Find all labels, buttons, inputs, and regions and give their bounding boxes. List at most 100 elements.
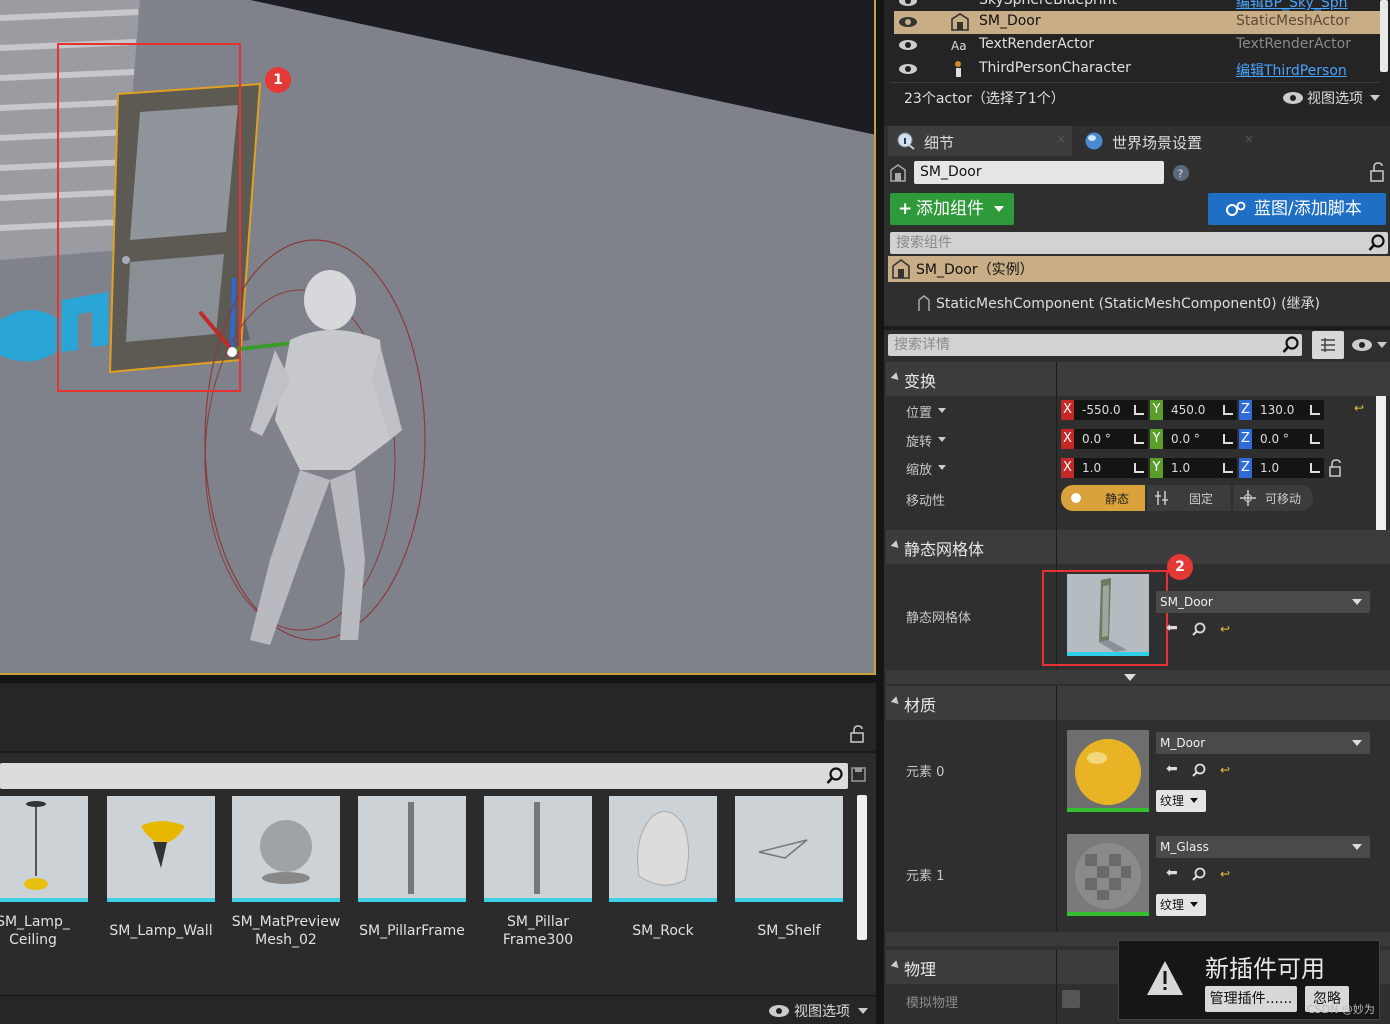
material-0-dropdown[interactable]: M_Door [1156, 732, 1370, 754]
search-icon[interactable] [826, 767, 844, 785]
search-components-input[interactable]: 搜索组件 [890, 232, 1388, 254]
component-row-instance[interactable]: SM_Door（实例） [888, 256, 1390, 282]
chevron-down-icon [1370, 95, 1380, 101]
asset-tile-shelf[interactable] [735, 796, 843, 902]
gears-icon [1226, 201, 1246, 216]
help-icon[interactable]: ? [1172, 164, 1190, 182]
search-icon[interactable] [1282, 336, 1300, 354]
tab-details[interactable]: 细节 × [888, 126, 1072, 156]
visibility-eye-icon[interactable] [898, 38, 918, 52]
world-outliner: SkySphereBlueprint 编辑BP_Sky_Sph SM_Door … [884, 0, 1390, 120]
content-search-input[interactable] [0, 763, 848, 789]
static-mesh-dropdown[interactable]: SM_Door [1156, 591, 1370, 613]
manage-plugins-button[interactable]: 管理插件...... [1205, 986, 1297, 1012]
location-z-field[interactable]: 130.0 [1252, 400, 1324, 420]
text-render-icon: Aa [951, 39, 967, 53]
level-viewport[interactable]: 1 [0, 0, 876, 675]
blueprint-add-script-button[interactable]: 蓝图/添加脚本 [1208, 193, 1386, 225]
tab-world-settings[interactable]: 世界场景设置 × [1076, 126, 1264, 156]
rotation-y-field[interactable]: 0.0 ° [1163, 429, 1237, 449]
use-selected-arrow-icon[interactable]: ⬅ [1166, 761, 1178, 777]
material-1-texture-button[interactable]: 纹理 [1156, 894, 1206, 916]
chevron-down-icon [1190, 902, 1198, 907]
browse-search-icon[interactable] [1192, 763, 1206, 777]
badge-1: 1 [265, 67, 291, 93]
visibility-eye-icon[interactable] [898, 15, 918, 29]
advanced-expander[interactable] [886, 670, 1390, 684]
mobility-label: 移动性 [906, 494, 946, 509]
eye-visibility-filter-icon[interactable] [1351, 338, 1387, 352]
location-y-field[interactable]: 450.0 [1163, 400, 1237, 420]
actor-icon [890, 164, 906, 182]
outliner-row-textrender[interactable]: Aa TextRenderActor TextRenderActor [894, 34, 1380, 57]
reset-arrow-icon[interactable]: ↩ [1220, 763, 1230, 777]
chevron-down-icon [938, 465, 946, 470]
material-1-thumbnail[interactable] [1067, 834, 1149, 916]
asset-tile-lamp-ceiling[interactable] [0, 796, 88, 902]
rotation-label[interactable]: 旋转 [906, 431, 932, 450]
scale-z-field[interactable]: 1.0 [1252, 458, 1324, 478]
lock-icon[interactable] [850, 725, 866, 743]
scale-lock-icon[interactable] [1329, 459, 1345, 477]
lock-icon[interactable] [1370, 162, 1386, 182]
save-icon[interactable] [851, 767, 866, 782]
scale-label[interactable]: 缩放 [906, 459, 932, 478]
mobility-stationary-button[interactable]: 固定 [1147, 485, 1231, 511]
column-separator [1056, 362, 1057, 530]
material-sphere-preview [1067, 730, 1149, 808]
visibility-eye-icon[interactable] [898, 0, 918, 8]
column-separator [1056, 686, 1057, 930]
axis-x-label: X [1061, 429, 1074, 449]
mobility-movable-button[interactable]: 可移动 [1233, 485, 1313, 511]
outliner-view-options-button[interactable]: 视图选项 [1282, 88, 1382, 108]
outliner-scrollbar[interactable] [1380, 0, 1388, 72]
use-selected-arrow-icon[interactable]: ⬅ [1166, 620, 1178, 636]
visibility-eye-icon[interactable] [898, 62, 918, 76]
asset-tile-rock[interactable] [609, 796, 717, 902]
mobility-static-button[interactable]: 静态 [1061, 485, 1145, 511]
component-row-staticmesh[interactable]: StaticMeshComponent (StaticMeshComponent… [888, 290, 1390, 316]
search-details-input[interactable]: 搜索详情 [888, 334, 1302, 356]
close-icon[interactable]: × [1056, 132, 1066, 146]
use-selected-arrow-icon[interactable]: ⬅ [1166, 865, 1178, 881]
reset-arrow-icon[interactable]: ↩ [1220, 867, 1230, 881]
content-scrollbar[interactable] [857, 795, 867, 940]
move-arrows-icon [1240, 490, 1256, 506]
material-0-thumbnail[interactable] [1067, 730, 1149, 812]
material-1-dropdown[interactable]: M_Glass [1156, 836, 1370, 858]
outliner-row-thirdperson[interactable]: ThirdPersonCharacter 编辑ThirdPerson [894, 58, 1380, 81]
asset-tile-pillar-frame300[interactable] [484, 796, 592, 902]
chevron-down-icon [1124, 674, 1136, 681]
reset-arrow-icon[interactable]: ↩ [1220, 622, 1230, 636]
asset-tile-matpreview-mesh[interactable] [232, 796, 340, 902]
asset-tile-pillarframe[interactable] [358, 796, 466, 902]
asset-tile-lamp-wall[interactable] [107, 796, 215, 902]
asset-label-rock: SM_Rock [632, 923, 694, 939]
section-static-mesh[interactable]: 静态网格体 [886, 530, 1390, 564]
search-icon[interactable] [1368, 234, 1386, 252]
property-matrix-button[interactable] [1312, 331, 1344, 359]
location-x-field[interactable]: -550.0 [1074, 400, 1148, 420]
scale-y-field[interactable]: 1.0 [1163, 458, 1237, 478]
component-icon [918, 295, 930, 311]
browse-search-icon[interactable] [1192, 622, 1206, 636]
add-component-button[interactable]: + 添加组件 [890, 193, 1014, 225]
browse-search-icon[interactable] [1192, 867, 1206, 881]
rotation-z-field[interactable]: 0.0 ° [1252, 429, 1324, 449]
actor-name-input[interactable]: SM_Door [914, 161, 1164, 184]
material-0-texture-button[interactable]: 纹理 [1156, 790, 1206, 812]
outliner-summary: 23个actor（选择了1个） [904, 91, 1065, 107]
section-materials[interactable]: 材质 [886, 686, 1390, 720]
outliner-row-sm-door[interactable]: SM_Door StaticMeshActor [894, 11, 1380, 34]
rotation-x-field[interactable]: 0.0 ° [1074, 429, 1148, 449]
asset-thumbnail [232, 796, 340, 898]
section-transform[interactable]: 变换 [886, 362, 1390, 396]
scale-x-field[interactable]: 1.0 [1074, 458, 1148, 478]
location-label[interactable]: 位置 [906, 402, 932, 421]
reset-arrow-icon[interactable]: ↩ [1354, 401, 1364, 415]
material-element-1-label: 元素 1 [906, 869, 945, 884]
content-browser: SM_Lamp_ Ceiling SM_Lamp_Wall SM_MatPrevi… [0, 683, 876, 1024]
simulate-physics-checkbox[interactable] [1062, 990, 1080, 1008]
close-icon[interactable]: × [1244, 132, 1254, 146]
view-options-button[interactable]: 视图选项 [768, 1001, 872, 1021]
